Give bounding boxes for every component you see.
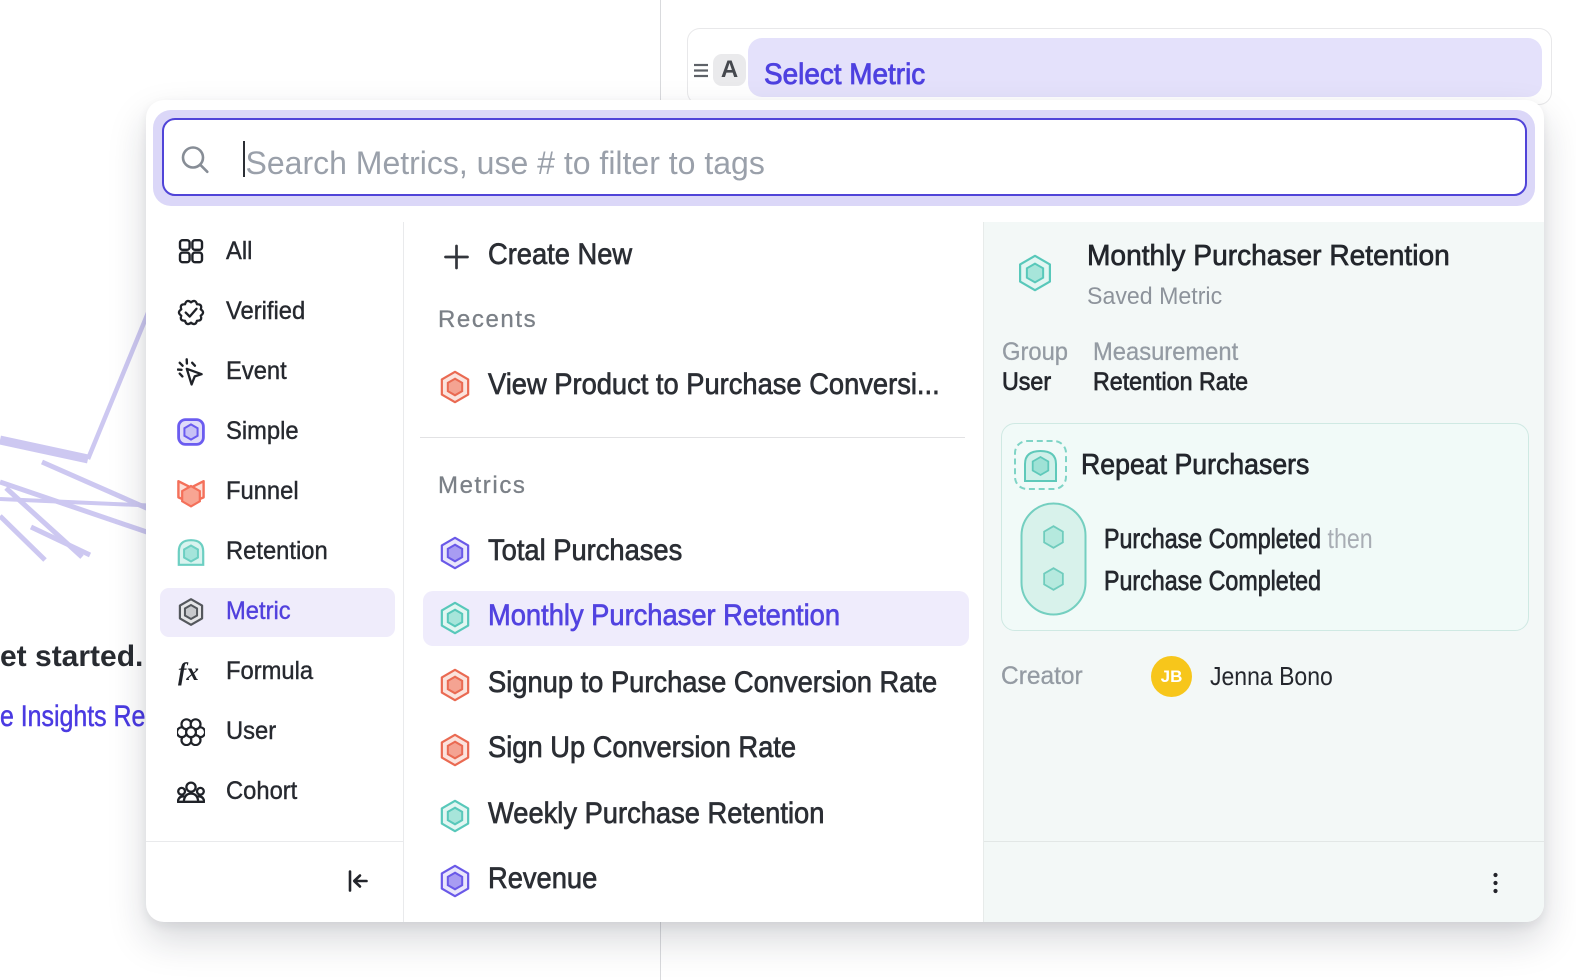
svg-text:fx: fx: [178, 659, 199, 686]
